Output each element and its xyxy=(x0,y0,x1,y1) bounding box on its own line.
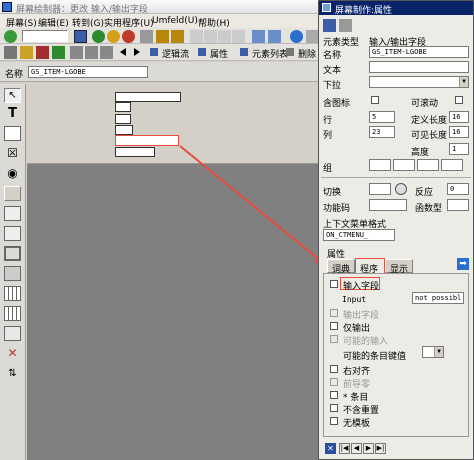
respond-label: 反应 xyxy=(415,188,434,198)
with-icon-label: 含图标 xyxy=(323,99,351,109)
func-type-label: 函数型 xyxy=(415,204,443,214)
program-tab-panel: 输入字段 Input not possibl 输出字段 仅输出 可能的输入 可能… xyxy=(323,273,469,437)
close-icon[interactable]: ✕ xyxy=(325,443,336,454)
possible-entries-key-select[interactable]: ▼ xyxy=(422,346,444,358)
vis-len-label: 可见长度 xyxy=(411,131,448,141)
attr-text-label: 文本 xyxy=(323,66,342,76)
input-field-checkbox[interactable] xyxy=(330,280,338,288)
element-type-label: 元素类型 xyxy=(323,38,360,48)
tab-dictionary[interactable]: 词典 xyxy=(327,259,355,275)
tab-display[interactable]: 显示 xyxy=(385,259,413,275)
attr-name-field[interactable]: GS_ITEM-LGOBE xyxy=(369,46,469,58)
tab-nav-right-icon[interactable]: ➡ xyxy=(457,258,469,270)
right-justify-label: 右对齐 xyxy=(343,367,371,377)
attr-dropdown-select[interactable]: ▼ xyxy=(369,76,469,88)
input-label: Input xyxy=(342,295,367,304)
possible-input-checkbox[interactable] xyxy=(330,335,338,343)
output-only-checkbox[interactable] xyxy=(330,322,338,330)
attr-window-title: 屏幕制作:属性 xyxy=(335,6,393,16)
group-field-2[interactable] xyxy=(393,159,415,171)
height-label: 高度 xyxy=(411,148,430,158)
attr-bottom-bar: ✕ |◀ ◀ ▶ ▶| xyxy=(319,439,473,459)
star-entry-checkbox[interactable] xyxy=(330,391,338,399)
possible-entries-key-label: 可能的条目键值 xyxy=(343,352,407,362)
no-reset-label: 不含重置 xyxy=(343,406,380,416)
leading-zeros-checkbox[interactable] xyxy=(330,378,338,386)
chevron-down-icon: ▼ xyxy=(434,347,443,357)
output-field-label: 输出字段 xyxy=(343,311,380,321)
switch-picker-icon[interactable] xyxy=(395,183,407,195)
no-reset-checkbox[interactable] xyxy=(330,404,338,412)
output-only-label: 仅输出 xyxy=(343,324,371,334)
no-template-label: 无模板 xyxy=(343,419,371,429)
attr-app-icon xyxy=(322,3,331,12)
context-menu-field[interactable]: ON_CTMENU_ xyxy=(323,229,395,241)
switch-label: 切换 xyxy=(323,188,342,198)
input-select[interactable]: not possibl xyxy=(412,292,464,304)
vis-len-field[interactable]: 16 xyxy=(449,126,469,138)
group-field-3[interactable] xyxy=(417,159,439,171)
attr-name-label: 名称 xyxy=(323,51,342,61)
row-field[interactable]: 5 xyxy=(369,111,395,123)
func-code-field[interactable] xyxy=(369,199,407,211)
right-justify-checkbox[interactable] xyxy=(330,365,338,373)
scrollable-checkbox[interactable] xyxy=(455,96,463,104)
col-field[interactable]: 23 xyxy=(369,126,395,138)
attr-dropdown-label: 下拉 xyxy=(323,81,342,91)
attr-text-field[interactable] xyxy=(369,61,469,73)
func-code-label: 功能码 xyxy=(323,204,351,214)
tab-program[interactable]: 程序 xyxy=(355,258,385,275)
possible-input-label: 可能的输入 xyxy=(343,337,389,347)
with-icon-checkbox[interactable] xyxy=(371,96,379,104)
star-entry-label: * 条目 xyxy=(343,393,369,403)
height-field[interactable]: 1 xyxy=(449,143,469,155)
scrollable-label: 可滚动 xyxy=(411,99,439,109)
last-icon[interactable]: ▶| xyxy=(375,443,386,454)
group-field-4[interactable] xyxy=(441,159,463,171)
respond-select[interactable]: 0 xyxy=(447,183,469,195)
no-template-checkbox[interactable] xyxy=(330,417,338,425)
first-icon[interactable]: |◀ xyxy=(339,443,350,454)
leading-zeros-label: 前导零 xyxy=(343,380,371,390)
def-len-field[interactable]: 16 xyxy=(449,111,469,123)
col-label: 列 xyxy=(323,131,333,141)
row-label: 行 xyxy=(323,116,333,126)
chevron-down-icon: ▼ xyxy=(459,77,468,87)
group-field-1[interactable] xyxy=(369,159,391,171)
func-type-select[interactable] xyxy=(447,199,469,211)
input-field-label: 输入字段 xyxy=(343,282,380,292)
next-icon[interactable]: ▶ xyxy=(363,443,374,454)
attr-copy-icon[interactable] xyxy=(339,19,352,32)
group-label: 组 xyxy=(323,164,333,174)
attr-tool-icon[interactable] xyxy=(323,19,336,32)
prev-icon[interactable]: ◀ xyxy=(351,443,362,454)
output-field-checkbox[interactable] xyxy=(330,309,338,317)
def-len-label: 定义长度 xyxy=(411,116,448,126)
attr-title-bar: 屏幕制作:属性 xyxy=(319,1,473,16)
attributes-window: 屏幕制作:属性 元素类型 输入/输出字段 名称 GS_ITEM-LGOBE 文本… xyxy=(318,0,474,460)
switch-field[interactable] xyxy=(369,183,391,195)
divider xyxy=(321,177,471,178)
